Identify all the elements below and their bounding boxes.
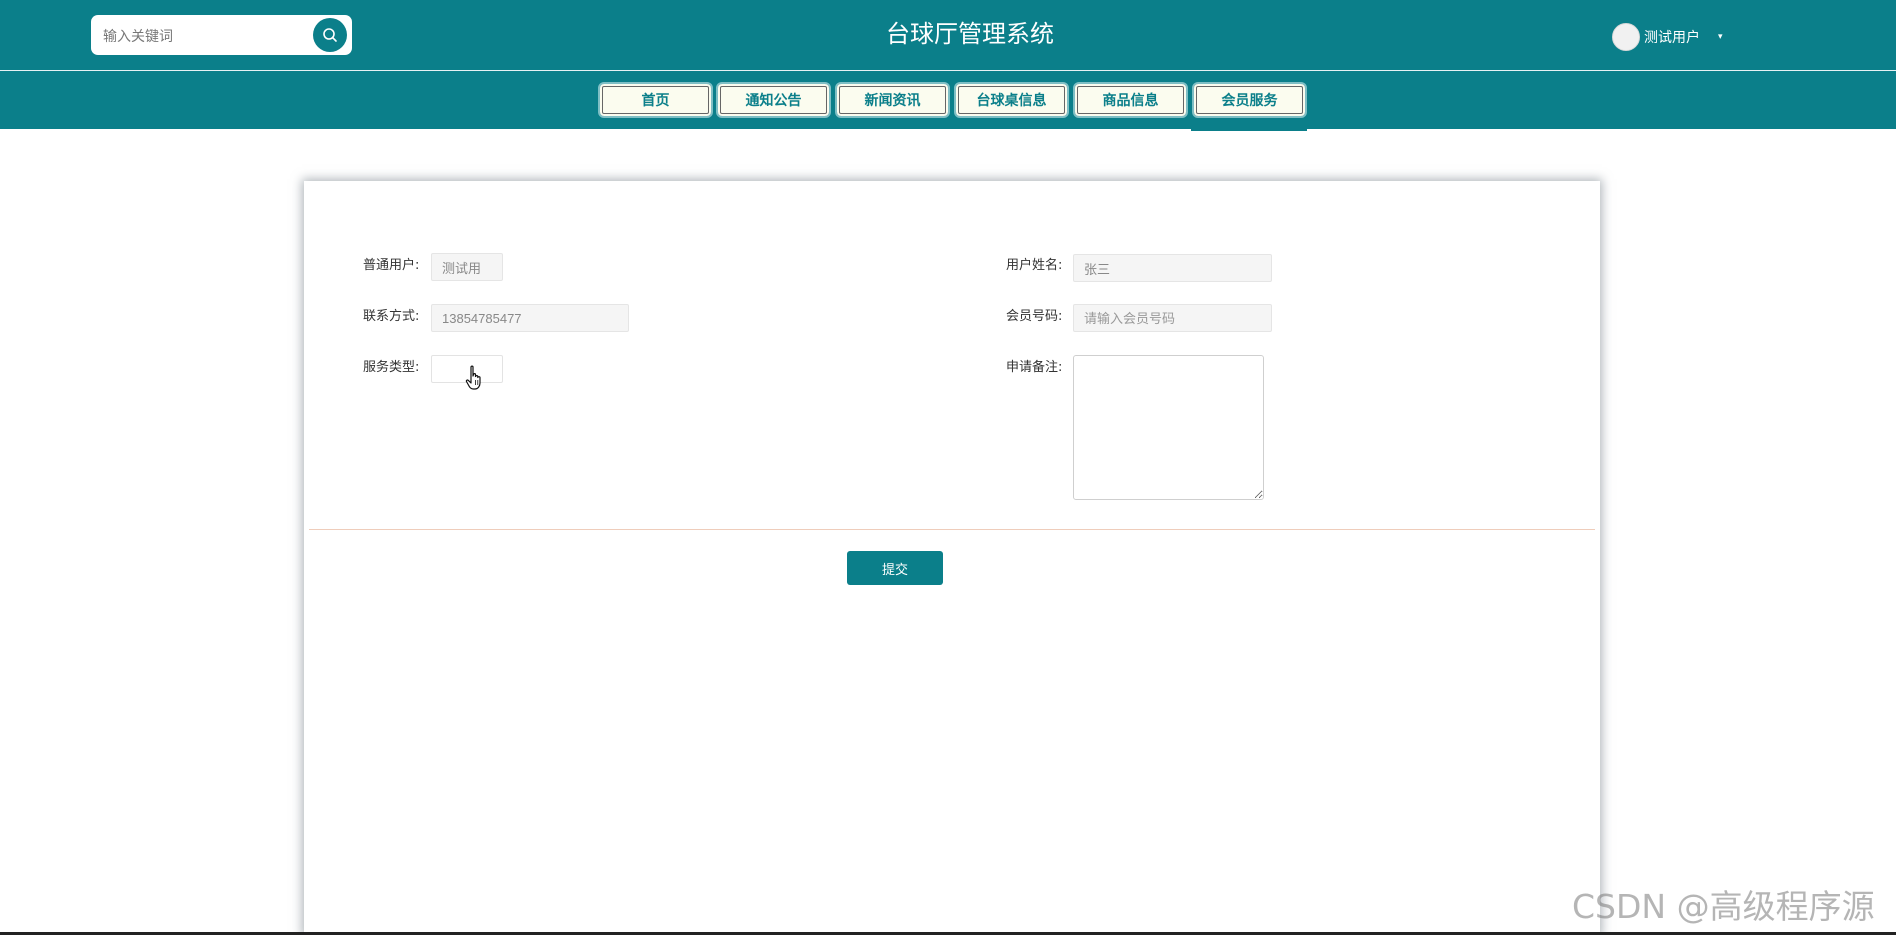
phone-field[interactable]	[431, 304, 629, 332]
user-menu[interactable]: 测试用户 ▾	[1612, 22, 1723, 52]
user-name: 测试用户	[1644, 30, 1700, 46]
nav-item-products[interactable]: 商品信息	[1073, 82, 1188, 118]
user-field[interactable]	[431, 253, 503, 281]
nav-item-home[interactable]: 首页	[598, 82, 713, 118]
search-icon	[323, 28, 337, 42]
main-nav: 首页 通知公告 新闻资讯 台球桌信息 商品信息 会员服务	[0, 71, 1896, 129]
site-title: 台球厅管理系统	[886, 20, 1054, 48]
user-label: 普通用户:	[363, 258, 420, 273]
avatar	[1612, 23, 1640, 51]
nav-item-news[interactable]: 新闻资讯	[835, 82, 950, 118]
chevron-down-icon: ▾	[1718, 32, 1723, 42]
name-label: 用户姓名:	[1006, 258, 1063, 273]
hand-pointer-icon	[465, 365, 481, 390]
nav-item-notice[interactable]: 通知公告	[716, 82, 831, 118]
form-divider	[309, 529, 1595, 530]
phone-label: 联系方式:	[363, 309, 420, 324]
member-no-field[interactable]	[1073, 304, 1272, 332]
name-field[interactable]	[1073, 254, 1272, 282]
search-button[interactable]	[313, 18, 347, 52]
watermark: CSDN @高级程序源	[1572, 887, 1875, 926]
remark-label: 申请备注:	[1006, 360, 1063, 375]
nav-item-member-service[interactable]: 会员服务	[1192, 82, 1307, 118]
nav-active-indicator	[1191, 129, 1307, 131]
submit-button[interactable]: 提交	[847, 551, 943, 585]
form-panel: 普通用户: 联系方式: 服务类型: 用户姓名: 会员号码: 申请备注: 提交	[304, 181, 1600, 935]
nav-item-tables[interactable]: 台球桌信息	[954, 82, 1069, 118]
search-input[interactable]	[101, 21, 305, 51]
search-box	[91, 15, 352, 55]
remark-textarea[interactable]	[1073, 355, 1264, 500]
header-bar: 台球厅管理系统 测试用户 ▾	[0, 0, 1896, 71]
member-no-label: 会员号码:	[1006, 309, 1063, 324]
service-type-label: 服务类型:	[363, 360, 420, 375]
